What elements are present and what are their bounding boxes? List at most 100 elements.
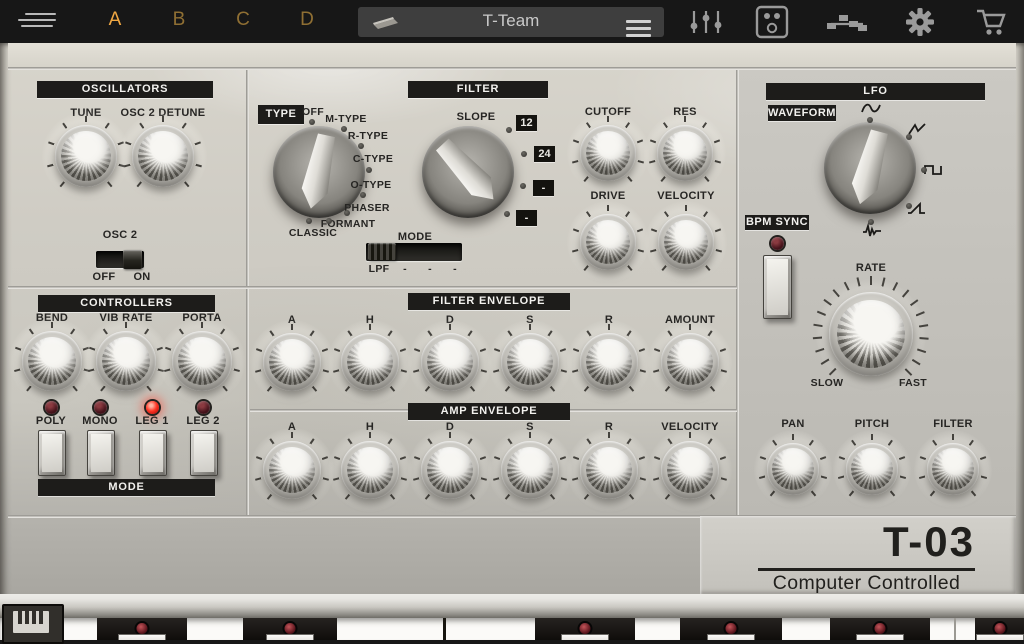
mono-button[interactable] bbox=[87, 430, 115, 476]
lfo-filter-label: FILTER bbox=[933, 418, 972, 430]
key-gap bbox=[443, 618, 446, 640]
preset-list-icon[interactable] bbox=[626, 20, 651, 37]
option-dot bbox=[360, 192, 366, 198]
res-knob[interactable] bbox=[657, 125, 713, 181]
option-dot bbox=[306, 218, 312, 224]
type-option-label: PHASER bbox=[344, 202, 390, 214]
lfo-filter-knob[interactable] bbox=[927, 443, 979, 495]
black-key[interactable] bbox=[535, 618, 635, 640]
drive-knob[interactable] bbox=[580, 214, 636, 270]
black-key[interactable] bbox=[680, 618, 782, 640]
gear-icon[interactable] bbox=[901, 0, 939, 43]
filter-mode-slider[interactable] bbox=[366, 243, 462, 261]
option-dot bbox=[309, 119, 315, 125]
vib-rate-knob[interactable] bbox=[96, 331, 156, 391]
porta-knob[interactable] bbox=[172, 331, 232, 391]
leg2-button[interactable] bbox=[190, 430, 218, 476]
aenv-velocity-knob[interactable] bbox=[661, 441, 719, 499]
fenv-s-knob[interactable] bbox=[501, 333, 559, 391]
key-led bbox=[285, 623, 296, 634]
cutoff-knob[interactable] bbox=[580, 125, 636, 181]
mode-option-label: LPF bbox=[369, 263, 390, 275]
random-wave-icon bbox=[862, 223, 882, 238]
filter-envelope-header: FILTER ENVELOPE bbox=[408, 293, 570, 310]
filter-type-chip: TYPE bbox=[258, 105, 304, 124]
keyboard[interactable] bbox=[0, 618, 1024, 640]
bpm-sync-chip: BPM SYNC bbox=[745, 215, 809, 230]
leg2-led bbox=[197, 401, 210, 414]
pan-label: PAN bbox=[781, 418, 804, 430]
poly-label: POLY bbox=[36, 415, 66, 427]
leg2-label: LEG 2 bbox=[186, 415, 219, 427]
divider bbox=[8, 286, 737, 289]
divider bbox=[8, 67, 1016, 70]
leg1-button[interactable] bbox=[139, 430, 167, 476]
option-dot bbox=[867, 117, 873, 123]
leg1-led bbox=[146, 401, 159, 414]
cart-icon[interactable] bbox=[972, 0, 1010, 43]
panel-top-strip bbox=[8, 43, 1016, 67]
black-key[interactable] bbox=[243, 618, 337, 640]
preset-selector[interactable]: T-Team bbox=[358, 7, 664, 37]
type-option-label: C-TYPE bbox=[353, 153, 393, 165]
fenv-amount-knob[interactable] bbox=[661, 333, 719, 391]
osc2-switch-handle[interactable] bbox=[123, 250, 142, 269]
fenv-r-knob[interactable] bbox=[580, 333, 638, 391]
type-option-label: OFF bbox=[302, 106, 324, 118]
preset-name: T-Team bbox=[358, 11, 664, 31]
synth-panel: OSCILLATORS TUNE OSC 2 DETUNE OSC 2 OFF … bbox=[0, 43, 1024, 640]
aenv-h-knob[interactable] bbox=[341, 441, 399, 499]
filter-mode-handle[interactable] bbox=[368, 243, 396, 260]
pan-knob[interactable] bbox=[767, 443, 819, 495]
black-key[interactable] bbox=[830, 618, 930, 640]
tab-b[interactable]: B bbox=[159, 9, 199, 31]
poly-button[interactable] bbox=[38, 430, 66, 476]
fenv-a-knob[interactable] bbox=[263, 333, 321, 391]
keyboard-icon bbox=[13, 611, 49, 633]
option-dot bbox=[366, 167, 372, 173]
key-led bbox=[726, 623, 737, 634]
tune-knob[interactable] bbox=[55, 125, 117, 187]
filter-slope-knob[interactable] bbox=[422, 126, 514, 218]
signal-chain-icon[interactable] bbox=[826, 0, 868, 43]
tagline: Computer Controlled bbox=[750, 572, 983, 595]
mode-option-label: - bbox=[403, 263, 407, 275]
bend-knob[interactable] bbox=[22, 331, 82, 391]
type-option-label: O-TYPE bbox=[351, 179, 392, 191]
key-button bbox=[266, 634, 314, 640]
option-dot bbox=[906, 134, 912, 140]
aenv-s-knob[interactable] bbox=[501, 441, 559, 499]
key-button bbox=[118, 634, 166, 640]
tab-a[interactable]: A bbox=[95, 9, 135, 31]
menu-icon[interactable] bbox=[18, 0, 62, 43]
pitch-knob[interactable] bbox=[846, 443, 898, 495]
logo-panel: T-03 Computer Controlled bbox=[700, 516, 1016, 594]
aenv-r-knob[interactable] bbox=[580, 441, 638, 499]
type-option-label: M-TYPE bbox=[325, 113, 366, 125]
lfo-waveform-knob[interactable] bbox=[824, 122, 916, 214]
mixer-icon[interactable] bbox=[687, 0, 725, 43]
option-dot bbox=[868, 219, 874, 225]
osc2-detune-knob[interactable] bbox=[132, 125, 194, 187]
bpm-sync-button[interactable] bbox=[763, 255, 792, 319]
fenv-d-knob[interactable] bbox=[421, 333, 479, 391]
stompbox-icon[interactable] bbox=[753, 0, 791, 43]
black-key[interactable] bbox=[975, 618, 1024, 640]
filter-header: FILTER bbox=[408, 81, 548, 98]
aenv-d-knob[interactable] bbox=[421, 441, 479, 499]
option-dot bbox=[341, 126, 347, 132]
black-key[interactable] bbox=[97, 618, 187, 640]
sine-wave-icon bbox=[861, 101, 881, 116]
key-led bbox=[137, 623, 148, 634]
filter-velocity-knob[interactable] bbox=[658, 214, 714, 270]
option-dot bbox=[520, 183, 526, 189]
waveform-chip: WAVEFORM bbox=[768, 105, 836, 121]
tab-d[interactable]: D bbox=[287, 9, 327, 31]
osc2-switch[interactable] bbox=[96, 251, 144, 268]
lfo-rate-knob[interactable] bbox=[829, 292, 913, 376]
keyboard-toggle-button[interactable] bbox=[2, 604, 64, 644]
fenv-h-knob[interactable] bbox=[341, 333, 399, 391]
aenv-a-knob[interactable] bbox=[263, 441, 321, 499]
tab-c[interactable]: C bbox=[223, 9, 263, 31]
type-option-label: CLASSIC bbox=[289, 227, 337, 239]
